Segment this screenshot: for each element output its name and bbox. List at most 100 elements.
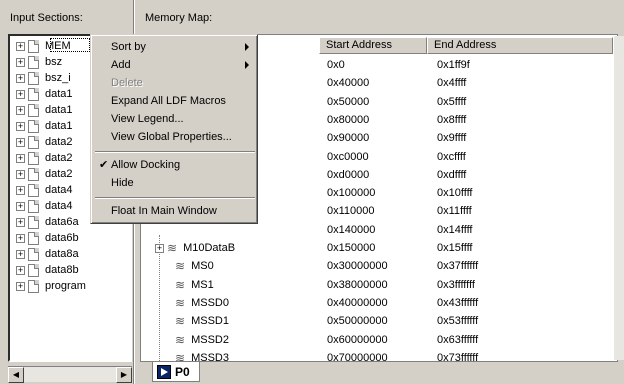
menu-item-sort-by[interactable]: Sort by xyxy=(93,38,257,56)
memory-chip-icon: ≋ xyxy=(175,259,186,274)
expand-icon[interactable]: + xyxy=(16,201,25,211)
memory-row-name[interactable]: ≋ MS1 xyxy=(153,277,214,293)
document-icon xyxy=(28,199,39,213)
expand-icon[interactable]: + xyxy=(16,217,25,227)
column-end-address[interactable]: End Address xyxy=(427,37,613,54)
tree-item[interactable]: + bsz xyxy=(10,54,62,70)
document-icon xyxy=(28,119,39,133)
scroll-right-button[interactable]: ▶ xyxy=(116,367,132,383)
expand-icon[interactable]: + xyxy=(16,105,25,115)
tree-item[interactable]: + data8b xyxy=(10,262,79,278)
expand-icon[interactable]: + xyxy=(16,249,25,259)
start-address-cell: 0x110000 xyxy=(327,205,375,218)
tab-p0-label: P0 xyxy=(175,364,190,379)
memory-row-name[interactable]: ≋ MSSD2 xyxy=(153,332,229,348)
end-address-cell: 0x4ffff xyxy=(437,77,467,90)
memory-chip-icon: ≋ xyxy=(175,314,186,329)
tab-p0[interactable]: P0 xyxy=(152,362,200,382)
scroll-left-button[interactable]: ◀ xyxy=(8,367,24,383)
menu-item-view-global-properties[interactable]: View Global Properties... xyxy=(93,128,257,146)
start-address-cell: 0x38000000 xyxy=(327,278,388,291)
tree-item-label: data6a xyxy=(45,216,79,228)
expand-icon[interactable]: + xyxy=(16,57,25,67)
menu-item-add-label: Add xyxy=(111,59,131,71)
start-address-cell: 0x150000 xyxy=(327,242,376,254)
memory-row-name[interactable]: + ≋ M10DataB xyxy=(153,240,235,256)
expand-icon[interactable]: + xyxy=(16,185,25,195)
checkmark-icon: ✔ xyxy=(99,159,109,171)
expand-icon[interactable]: + xyxy=(16,153,25,163)
tree-item-label: bsz_i xyxy=(45,72,71,84)
tree-item[interactable]: + data1 xyxy=(10,102,73,118)
memory-chip-icon: ≋ xyxy=(175,350,186,362)
tree-item[interactable]: + program xyxy=(10,278,86,294)
tree-item[interactable]: + data4 xyxy=(10,198,73,214)
expand-icon[interactable]: + xyxy=(16,137,25,147)
memory-row-label: MSSD1 xyxy=(191,315,229,328)
tree-item[interactable]: + data2 xyxy=(10,150,73,166)
end-address-cell: 0x15ffff xyxy=(437,242,473,254)
tree-item-label: data8a xyxy=(45,248,79,260)
submenu-arrow-icon xyxy=(245,61,249,69)
end-address-cell: 0xcffff xyxy=(437,150,466,163)
tree-item-label: data4 xyxy=(45,200,73,212)
expand-icon[interactable]: + xyxy=(16,73,25,83)
right-vertical-scrollbar[interactable] xyxy=(614,36,624,360)
tree-item-label: data2 xyxy=(45,168,73,180)
end-address-cell: 0x8ffff xyxy=(437,113,467,126)
focus-rectangle xyxy=(50,38,90,52)
menu-item-hide[interactable]: Hide xyxy=(93,174,257,192)
expand-icon[interactable]: + xyxy=(16,233,25,243)
tree-item-label: data1 xyxy=(45,88,73,100)
processor-icon xyxy=(157,364,171,379)
menu-item-float-in-main-window[interactable]: Float In Main Window xyxy=(93,202,257,220)
tree-item[interactable]: + data4 xyxy=(10,182,73,198)
memory-chip-icon: ≋ xyxy=(175,277,186,292)
tree-item-label: bsz xyxy=(45,56,63,68)
tree-item[interactable]: + data2 xyxy=(10,134,73,150)
memory-row-label: MSSD0 xyxy=(191,296,229,309)
expand-icon[interactable]: + xyxy=(16,281,25,291)
column-start-address[interactable]: Start Address xyxy=(319,37,427,54)
tree-item[interactable]: + data6a xyxy=(10,214,79,230)
expand-icon[interactable]: + xyxy=(155,243,164,253)
memory-row-label: MS1 xyxy=(191,278,214,291)
expand-icon[interactable]: + xyxy=(16,41,25,51)
expand-icon[interactable]: + xyxy=(16,169,25,179)
tree-item-label: data6b xyxy=(45,232,79,244)
menu-item-view-legend[interactable]: View Legend... xyxy=(93,110,257,128)
menu-item-allow-docking-label: Allow Docking xyxy=(111,159,181,171)
expand-icon[interactable]: + xyxy=(16,89,25,99)
tree-item[interactable]: + data1 xyxy=(10,118,73,134)
start-address-cell: 0x0 xyxy=(327,59,345,71)
tree-item-label: data8b xyxy=(45,264,79,276)
end-address-cell: 0x9ffff xyxy=(437,132,467,145)
tree-item[interactable]: + data8a xyxy=(10,246,79,262)
menu-separator xyxy=(95,197,255,199)
end-address-cell: 0x1ff9f xyxy=(437,59,470,71)
end-address-cell: 0x5ffff xyxy=(437,95,467,108)
memory-row-name[interactable]: ≋ MSSD3 xyxy=(153,350,229,362)
tree-item[interactable]: + data2 xyxy=(10,166,73,182)
tree-item[interactable]: + data1 xyxy=(10,86,73,102)
tree-item[interactable]: + bsz_i xyxy=(10,70,71,86)
memory-row-label: M10DataB xyxy=(183,242,236,254)
end-address-cell: 0x43ffffff xyxy=(437,296,479,309)
memory-row-name[interactable]: ≋ MS0 xyxy=(153,258,214,274)
scroll-right-icon: ▶ xyxy=(120,370,128,379)
end-address-cell: 0x11ffff xyxy=(437,205,472,218)
end-address-cell: 0x14ffff xyxy=(437,223,473,236)
menu-item-allow-docking[interactable]: ✔ Allow Docking xyxy=(93,156,257,174)
left-horizontal-scrollbar[interactable]: ◀ ▶ xyxy=(8,366,132,383)
document-icon xyxy=(28,39,39,53)
memory-row-name[interactable]: ≋ MSSD1 xyxy=(153,313,229,329)
expand-icon[interactable]: + xyxy=(16,265,25,275)
menu-item-add[interactable]: Add xyxy=(93,56,257,74)
document-icon xyxy=(28,279,39,293)
end-address-cell: 0x63ffffff xyxy=(437,333,479,346)
tree-item[interactable]: + data6b xyxy=(10,230,79,246)
document-icon xyxy=(28,71,39,85)
memory-row-name[interactable]: ≋ MSSD0 xyxy=(153,295,229,311)
menu-item-expand-all-ldf-macros[interactable]: Expand All LDF Macros xyxy=(93,92,257,110)
expand-icon[interactable]: + xyxy=(16,121,25,131)
